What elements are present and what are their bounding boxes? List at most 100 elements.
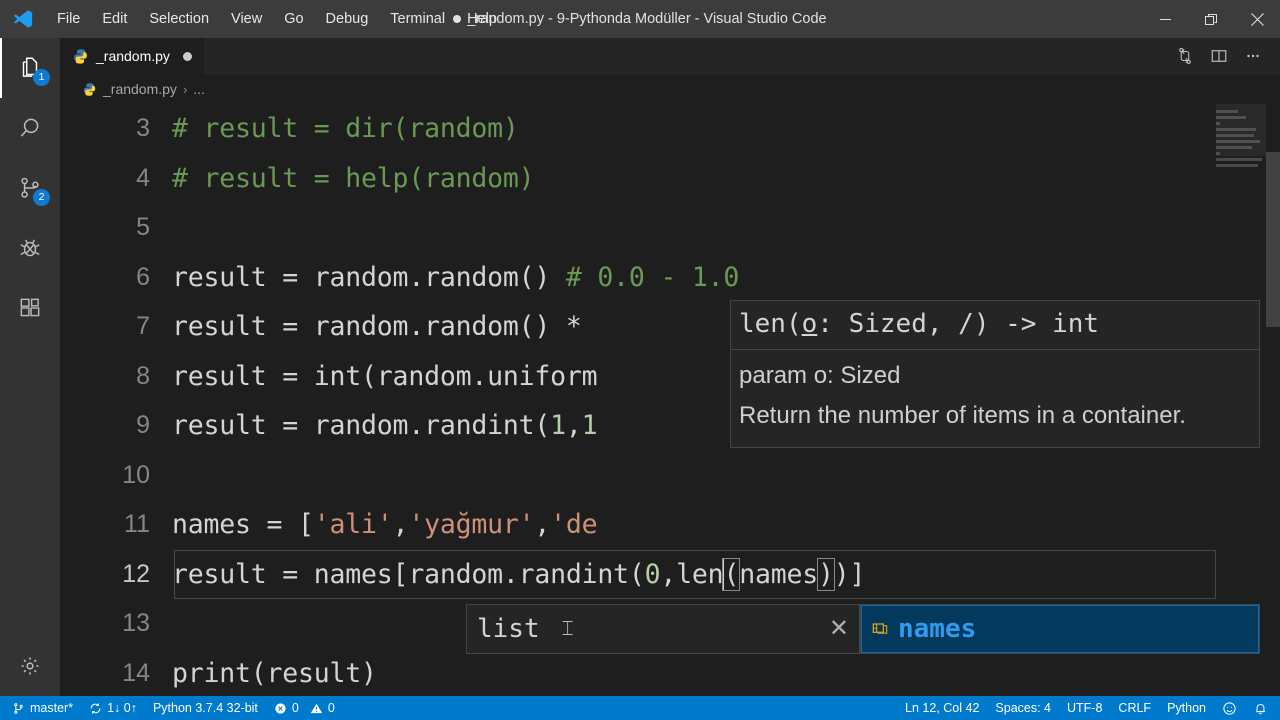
window-title-text: _random.py - 9-Pythonda Modüller - Visua… xyxy=(467,11,827,27)
line-number: 10 xyxy=(122,460,150,489)
line-content: result = random.random() * xyxy=(172,311,598,343)
hover-signature-prefix: len( xyxy=(739,309,802,339)
bracket-match-open: ( xyxy=(722,557,741,591)
line-content: result = int(random.uniform xyxy=(172,360,598,392)
bracket-match-close: ) xyxy=(816,557,835,591)
code-line[interactable]: 10 xyxy=(60,451,1280,501)
activity-bar: 1 2 xyxy=(0,38,60,696)
compare-changes-icon[interactable] xyxy=(1170,40,1200,72)
line-tail-rest: )] xyxy=(833,558,866,590)
line-number-literal: 1 xyxy=(581,410,598,442)
hover-param-line: param o: Sized xyxy=(739,362,901,389)
code-line-current[interactable]: 12 result = names[random.randint(0 ,len(n… xyxy=(60,549,1280,599)
status-bar-right: Ln 12, Col 42 Spaces: 4 UTF-8 CRLF Pytho… xyxy=(897,696,1280,720)
code-line[interactable]: 11 names = ['ali','yağmur','de xyxy=(60,500,1280,550)
menu-item-debug[interactable]: Debug xyxy=(315,9,380,29)
minimize-button[interactable] xyxy=(1142,0,1188,38)
line-number: 7 xyxy=(136,312,150,341)
breadcrumb-file[interactable]: _random.py xyxy=(103,81,177,97)
line-comma: , xyxy=(565,410,582,442)
explorer-badge: 1 xyxy=(33,69,50,86)
editor-tab-bar: _random.py xyxy=(60,38,1280,74)
vscode-window: File Edit Selection View Go Debug Termin… xyxy=(0,0,1280,720)
status-language-mode[interactable]: Python xyxy=(1159,696,1214,720)
sidebar-item-debug[interactable] xyxy=(0,218,60,278)
menu-bar: File Edit Selection View Go Debug Termin… xyxy=(46,9,508,29)
menu-item-go[interactable]: Go xyxy=(273,9,314,29)
python-file-icon xyxy=(74,48,87,64)
tab-dirty-icon[interactable] xyxy=(182,51,192,61)
code-line[interactable]: 5 xyxy=(60,203,1280,253)
breadcrumb-separator: › xyxy=(182,81,188,97)
close-button[interactable] xyxy=(1234,0,1280,38)
title-bar: File Edit Selection View Go Debug Termin… xyxy=(0,0,1280,38)
line-comma: , xyxy=(392,509,409,541)
code-line[interactable]: 3 # result = dir(random) xyxy=(60,104,1280,154)
sidebar-item-source-control[interactable]: 2 xyxy=(0,158,60,218)
hover-signature: len(o: Sized, /) -> int xyxy=(731,301,1259,349)
code-line[interactable]: 4 # result = help(random) xyxy=(60,154,1280,204)
status-branch-label: master* xyxy=(30,701,74,715)
minimap-slider[interactable] xyxy=(1216,104,1266,156)
menu-item-selection[interactable]: Selection xyxy=(138,9,220,29)
line-number: 9 xyxy=(136,411,150,440)
line-content: # result = help(random) xyxy=(172,162,535,194)
line-number: 13 xyxy=(122,609,150,638)
close-icon[interactable]: ✕ xyxy=(829,617,849,641)
menu-item-edit[interactable]: Edit xyxy=(91,9,138,29)
status-cursor-position[interactable]: Ln 12, Col 42 xyxy=(897,696,987,720)
sidebar-item-extensions[interactable] xyxy=(0,278,60,338)
restore-button[interactable] xyxy=(1188,0,1234,38)
string-literal: 'ali' xyxy=(313,509,393,541)
split-editor-icon[interactable] xyxy=(1204,40,1234,72)
sidebar-item-search[interactable] xyxy=(0,98,60,158)
sync-icon xyxy=(90,702,101,714)
code-line[interactable]: 6 result = random.random() # 0.0 - 1.0 xyxy=(60,253,1280,303)
status-error-count: 0 xyxy=(291,701,299,715)
status-python-interpreter[interactable]: Python 3.7.4 32-bit xyxy=(145,696,266,720)
line-number: 3 xyxy=(136,114,150,143)
feedback-smiley-icon[interactable] xyxy=(1214,696,1245,720)
suggest-item-names[interactable]: names xyxy=(861,605,1259,653)
line-content: names = [ xyxy=(172,509,314,541)
editor-vertical-scrollbar[interactable] xyxy=(1266,104,1280,696)
ellipsis-icon[interactable] xyxy=(1238,40,1268,72)
menu-item-file[interactable]: File xyxy=(46,9,91,29)
status-indentation[interactable]: Spaces: 4 xyxy=(987,696,1059,720)
warning-icon xyxy=(310,703,323,713)
source-control-branch-icon xyxy=(14,702,23,714)
status-encoding[interactable]: UTF-8 xyxy=(1059,696,1110,720)
status-sync[interactable]: 1↓ 0↑ xyxy=(81,696,145,720)
suggest-item-label: names xyxy=(898,614,977,644)
vscode-logo-icon xyxy=(0,8,46,30)
code-line[interactable]: 14 print(result) xyxy=(60,649,1280,697)
status-problems[interactable]: 0 0 xyxy=(266,696,343,720)
hover-description: Return the number of items in a containe… xyxy=(739,402,1186,430)
suggest-widget[interactable]: names xyxy=(860,604,1260,654)
menu-item-terminal[interactable]: Terminal xyxy=(379,9,456,29)
scrollbar-thumb[interactable] xyxy=(1266,152,1280,327)
manage-settings-button[interactable] xyxy=(0,636,60,696)
status-python-label: Python 3.7.4 32-bit xyxy=(152,701,258,715)
notifications-bell-icon[interactable] xyxy=(1245,696,1276,720)
menu-item-help[interactable]: Help xyxy=(456,9,508,29)
line-number-literal: 1 xyxy=(550,410,566,442)
line-number: 5 xyxy=(136,213,150,242)
tab-_random-py[interactable]: _random.py xyxy=(60,38,205,74)
line-comment: # 0.0 - 1.0 xyxy=(565,261,740,293)
status-branch[interactable]: master* xyxy=(4,696,81,720)
hover-tooltip: len(o: Sized, /) -> int param o: Sized R… xyxy=(730,300,1260,448)
line-number: 11 xyxy=(124,510,150,539)
string-literal: 'yağmur' xyxy=(408,509,535,541)
menu-item-view[interactable]: View xyxy=(220,9,273,29)
text-cursor-icon: ⌶ xyxy=(561,617,574,640)
line-number: 12 xyxy=(122,559,150,588)
status-eol[interactable]: CRLF xyxy=(1110,696,1159,720)
sidebar-item-explorer[interactable]: 1 xyxy=(0,38,60,98)
variable-icon xyxy=(872,623,888,634)
line-content: # result = dir(random) xyxy=(172,113,519,145)
breadcrumb-more[interactable]: ... xyxy=(193,81,205,97)
editor-actions xyxy=(1170,38,1280,74)
line-content: result = names[random.randint( xyxy=(172,558,645,590)
suggest-detail-type: list xyxy=(477,614,540,644)
